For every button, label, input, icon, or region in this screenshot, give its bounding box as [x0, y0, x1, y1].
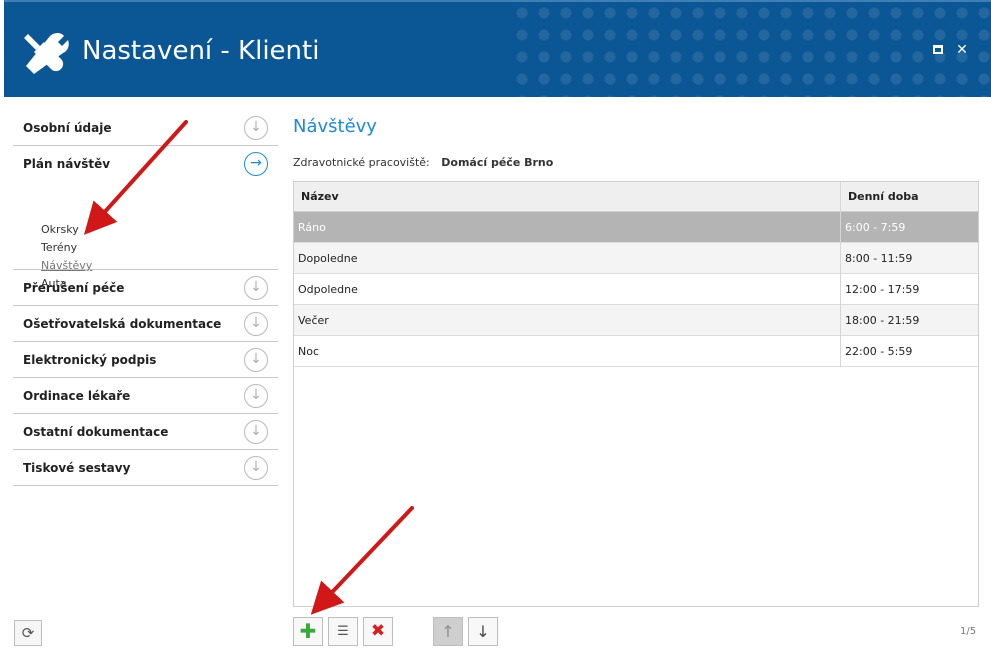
tools-icon	[24, 33, 69, 74]
table-row[interactable]: Noc 22:00 - 5:59	[294, 336, 978, 367]
delete-button[interactable]: ✖	[363, 617, 393, 646]
page-title: Návštěvy	[293, 116, 377, 137]
section-osobni-udaje[interactable]: Osobní údaje ↓	[13, 110, 278, 146]
subitem-tereny[interactable]: Terény	[41, 241, 77, 254]
section-label: Tiskové sestavy	[23, 461, 131, 475]
table-row[interactable]: Odpoledne 12:00 - 17:59	[294, 274, 978, 305]
edit-document-icon: ☰	[337, 624, 349, 639]
section-elektronicky-podpis[interactable]: Elektronický podpis ↓	[13, 342, 278, 378]
section-label: Osobní údaje	[23, 121, 112, 135]
arrow-up-icon: ↑	[441, 622, 455, 641]
section-preruseni-pece[interactable]: Přerušení péče ↓	[13, 270, 278, 306]
section-label: Elektronický podpis	[23, 353, 157, 367]
cell-name: Večer	[298, 314, 329, 327]
window-title: Nastavení - Klienti	[82, 36, 320, 66]
expand-arrow-icon[interactable]: ↓	[244, 384, 268, 408]
delete-icon: ✖	[370, 621, 386, 641]
table-row[interactable]: Večer 18:00 - 21:59	[294, 305, 978, 336]
sidebar: Osobní údaje ↓ Plán návštěv → Okrsky Ter…	[13, 110, 278, 486]
plus-icon: ✚	[299, 619, 317, 643]
subitem-okrsky[interactable]: Okrsky	[41, 223, 79, 236]
expand-arrow-icon[interactable]: ↓	[244, 312, 268, 336]
section-tiskove-sestavy[interactable]: Tiskové sestavy ↓	[13, 450, 278, 486]
section-label: Plán návštěv	[23, 157, 111, 171]
maximize-button[interactable]	[930, 42, 946, 58]
section-label: Ošetřovatelská dokumentace	[23, 317, 222, 331]
expand-arrow-icon[interactable]: ↓	[244, 276, 268, 300]
cell-time: 8:00 - 11:59	[845, 252, 913, 265]
cell-name: Noc	[298, 345, 320, 358]
arrow-down-icon: ↓	[476, 622, 490, 641]
cell-time: 6:00 - 7:59	[845, 221, 906, 234]
cell-name: Odpoledne	[298, 283, 358, 296]
expand-arrow-icon[interactable]: ↓	[244, 420, 268, 444]
move-down-button[interactable]: ↓	[468, 617, 498, 646]
workplace-info: Zdravotnické pracoviště: Domácí péče Brn…	[293, 156, 553, 169]
section-osetrovatelska-dokumentace[interactable]: Ošetřovatelská dokumentace ↓	[13, 306, 278, 342]
arrow-right-circle-icon[interactable]: →	[244, 152, 268, 176]
expand-arrow-icon[interactable]: ↓	[244, 348, 268, 372]
cell-time: 22:00 - 5:59	[845, 345, 913, 358]
workplace-label: Zdravotnické pracoviště:	[293, 156, 430, 169]
expand-arrow-icon[interactable]: ↓	[244, 456, 268, 480]
maximize-icon	[933, 45, 943, 54]
title-bar: Nastavení - Klienti ✕	[4, 0, 991, 97]
column-divider	[840, 182, 841, 367]
cell-time: 18:00 - 21:59	[845, 314, 920, 327]
section-ostatni-dokumentace[interactable]: Ostatní dokumentace ↓	[13, 414, 278, 450]
cell-time: 12:00 - 17:59	[845, 283, 920, 296]
cell-name: Ráno	[298, 221, 326, 234]
column-header-denni-doba[interactable]: Denní doba	[848, 190, 919, 203]
move-up-button[interactable]: ↑	[433, 617, 463, 646]
edit-button[interactable]: ☰	[328, 617, 358, 646]
section-label: Přerušení péče	[23, 281, 125, 295]
workplace-value: Domácí péče Brno	[441, 156, 554, 169]
header-pattern	[511, 2, 991, 97]
page-indicator: 1/5	[960, 626, 977, 637]
column-header-nazev[interactable]: Název	[301, 190, 339, 203]
section-label: Ostatní dokumentace	[23, 425, 169, 439]
refresh-icon: ⟳	[21, 624, 35, 642]
visits-table: Název Denní doba Ráno 6:00 - 7:59 Dopole…	[293, 181, 979, 607]
cell-name: Dopoledne	[298, 252, 358, 265]
section-plan-navstev[interactable]: Plán návštěv → Okrsky Terény Návštěvy Au…	[13, 146, 278, 290]
refresh-button[interactable]: ⟳	[14, 620, 42, 646]
table-header: Název Denní doba	[294, 182, 978, 212]
add-button[interactable]: ✚	[293, 617, 323, 646]
close-button[interactable]: ✕	[954, 42, 970, 58]
section-label: Ordinace lékaře	[23, 389, 131, 403]
section-ordinace-lekare[interactable]: Ordinace lékaře ↓	[13, 378, 278, 414]
table-row[interactable]: Dopoledne 8:00 - 11:59	[294, 243, 978, 274]
table-row[interactable]: Ráno 6:00 - 7:59	[294, 212, 978, 243]
expand-arrow-icon[interactable]: ↓	[244, 116, 268, 140]
